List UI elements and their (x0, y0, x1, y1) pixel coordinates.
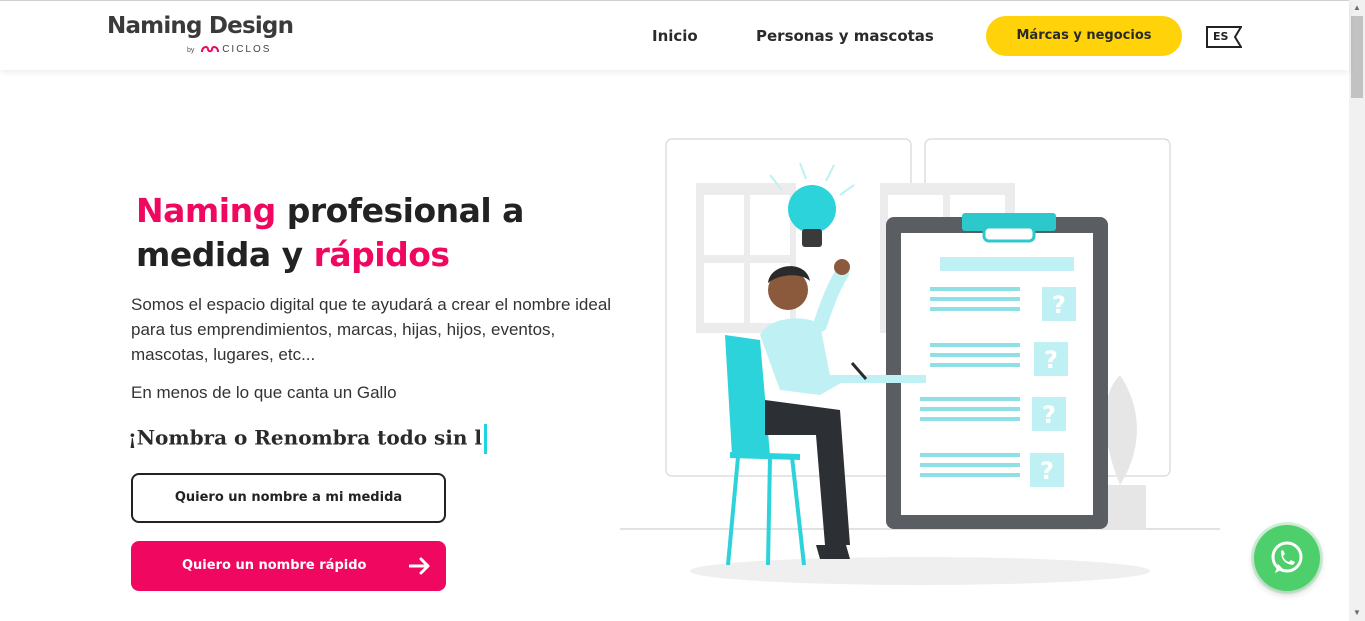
ciclos-logo-icon (201, 46, 220, 53)
hero-title-highlight-1: Naming (136, 191, 276, 230)
nav-inicio[interactable]: Inicio (652, 27, 698, 45)
language-code: ES (1213, 30, 1229, 43)
hero-illustration: ? ? ? ? (620, 138, 1220, 585)
scroll-down-arrow-icon[interactable]: ▼ (1349, 605, 1365, 621)
typing-text: ¡Nombra o Renombra todo sin l (128, 425, 482, 450)
site-header: Naming Design by CICLOS Inicio Personas … (0, 0, 1349, 70)
logo[interactable]: Naming Design by CICLOS (107, 13, 294, 55)
whatsapp-icon (1271, 541, 1303, 573)
hero-title: Naming profesional a medida y rápidos (136, 189, 616, 277)
typing-headline: ¡Nombra o Renombra todo sin l (128, 424, 487, 454)
question-mark-1: ? (1052, 291, 1066, 319)
custom-name-button[interactable]: Quiero un nombre a mi medida (131, 473, 446, 523)
quick-name-button-label: Quiero un nombre rápido (182, 558, 367, 573)
question-mark-3: ? (1042, 401, 1056, 429)
question-mark-4: ? (1040, 457, 1054, 485)
quick-name-button[interactable]: Quiero un nombre rápido (131, 541, 446, 591)
hero-tagline: En menos de lo que canta un Gallo (131, 383, 397, 402)
hero-title-highlight-2: rápidos (313, 235, 450, 274)
logo-subtitle: by CICLOS (187, 44, 271, 55)
question-mark-2: ? (1044, 346, 1058, 374)
logo-ciclos: CICLOS (222, 44, 272, 55)
hero-description: Somos el espacio digital que te ayudará … (131, 295, 612, 364)
scrollbar-thumb[interactable] (1351, 16, 1363, 98)
whatsapp-button[interactable] (1254, 525, 1320, 591)
logo-by: by (187, 47, 195, 54)
language-selector[interactable]: ES (1206, 26, 1242, 48)
scroll-up-arrow-icon[interactable]: ▲ (1349, 0, 1365, 16)
logo-title: Naming Design (107, 13, 294, 39)
nav-marcas-negocios-button[interactable]: Márcas y negocios (986, 16, 1182, 56)
nav-personas-mascotas[interactable]: Personas y mascotas (756, 27, 934, 45)
arrow-right-icon (409, 557, 430, 575)
typing-caret (483, 424, 487, 454)
